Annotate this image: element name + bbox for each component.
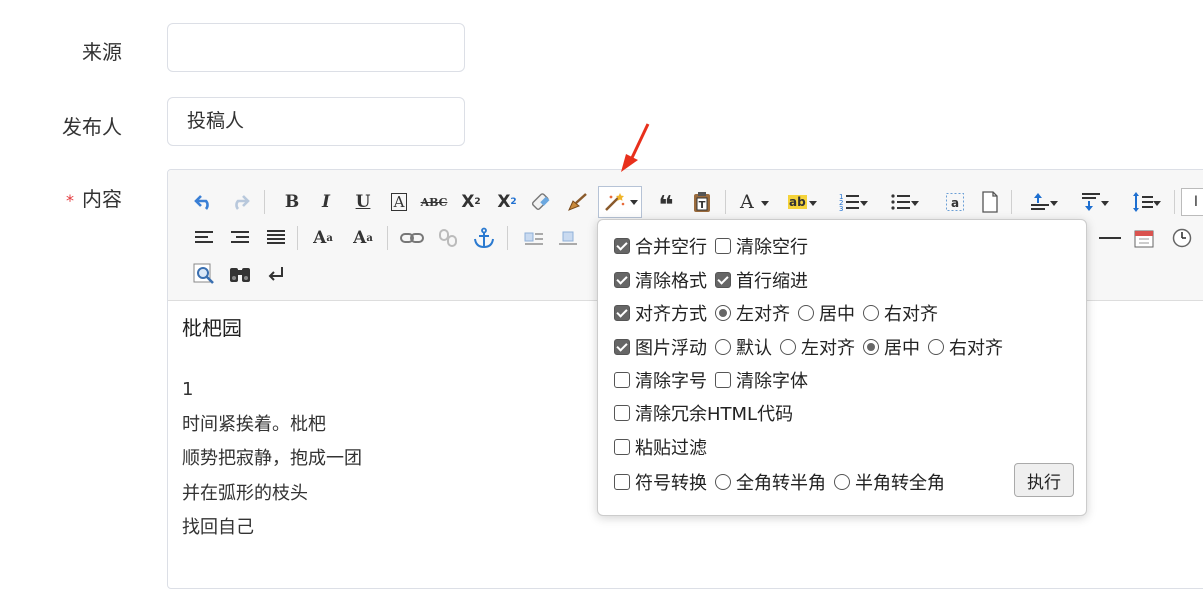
source-input[interactable]: [167, 23, 465, 72]
full-to-half-radio[interactable]: [715, 474, 731, 490]
content-label-text: 内容: [82, 187, 122, 211]
link-icon[interactable]: [398, 224, 426, 252]
full-to-half-label: 全角转半角: [736, 473, 826, 494]
img-left-label: 左对齐: [801, 338, 855, 359]
required-asterisk: *: [66, 191, 74, 210]
image-float-label: 图片浮动: [635, 338, 707, 359]
img-right-label: 右对齐: [949, 338, 1003, 359]
publisher-label: 发布人: [62, 115, 122, 139]
merge-empty-label: 合并空行: [635, 237, 707, 258]
img-default-label: 默认: [736, 338, 772, 359]
preview-icon[interactable]: [190, 260, 218, 288]
img-left-radio[interactable]: [780, 339, 796, 355]
indent-checkbox[interactable]: [715, 272, 731, 288]
image-left-icon[interactable]: [520, 224, 548, 252]
img-default-radio[interactable]: [715, 339, 731, 355]
img-center-radio[interactable]: [863, 339, 879, 355]
highlight-icon[interactable]: ab: [784, 188, 820, 216]
blockquote-icon[interactable]: ❝: [652, 188, 680, 220]
svg-text:T: T: [699, 200, 706, 211]
clear-format-label: 清除格式: [635, 271, 707, 292]
eraser-icon[interactable]: [527, 188, 555, 216]
row-spacing-bottom-icon[interactable]: [1076, 188, 1112, 216]
line-break-icon[interactable]: [262, 260, 290, 288]
clear-fontsize-label: 清除字号: [635, 371, 707, 392]
row-spacing-top-icon[interactable]: [1025, 188, 1061, 216]
clear-empty-checkbox[interactable]: [715, 238, 731, 254]
strikethrough-icon[interactable]: ABC: [420, 188, 448, 216]
subscript-icon[interactable]: X2: [493, 188, 521, 216]
paste-text-icon[interactable]: T: [688, 188, 716, 216]
justify-right-icon[interactable]: [226, 224, 254, 252]
select-all-icon[interactable]: a: [941, 188, 969, 216]
half-to-full-radio[interactable]: [834, 474, 850, 490]
content-label: * 内容: [0, 183, 122, 212]
align-right-label: 右对齐: [884, 304, 938, 325]
underline-icon[interactable]: U: [349, 188, 377, 216]
justify-left-icon[interactable]: [190, 224, 218, 252]
bold-icon[interactable]: B: [278, 188, 306, 216]
symbol-convert-label: 符号转换: [635, 473, 707, 494]
image-center-icon[interactable]: [554, 224, 582, 252]
undo-icon[interactable]: [190, 188, 218, 216]
justify-full-icon[interactable]: [262, 224, 290, 252]
ltr-icon[interactable]: Aa: [309, 224, 337, 252]
time-icon[interactable]: [1168, 224, 1196, 252]
image-float-checkbox[interactable]: [614, 339, 630, 355]
execute-button[interactable]: 执行: [1014, 463, 1074, 497]
rtl-icon[interactable]: Aa: [349, 224, 377, 252]
paste-filter-label: 粘贴过滤: [635, 438, 707, 459]
img-center-label: 居中: [884, 338, 920, 359]
date-icon[interactable]: [1130, 224, 1158, 252]
align-center-radio[interactable]: [798, 305, 814, 321]
merge-empty-checkbox[interactable]: [614, 238, 630, 254]
half-to-full-label: 半角转全角: [855, 473, 945, 494]
publisher-input[interactable]: [167, 97, 465, 146]
brush-icon[interactable]: [564, 188, 592, 216]
clear-fontfamily-label: 清除字体: [736, 371, 808, 392]
content-line: 找回自己: [182, 517, 254, 538]
line-height-icon[interactable]: [1128, 188, 1164, 216]
italic-icon[interactable]: I: [312, 188, 340, 216]
unlink-icon[interactable]: [434, 224, 462, 252]
search-replace-icon[interactable]: [226, 260, 254, 288]
clear-fontfamily-checkbox[interactable]: [715, 372, 731, 388]
font-family-select[interactable]: I: [1181, 188, 1203, 216]
autotypeset-icon[interactable]: [598, 186, 642, 218]
img-right-radio[interactable]: [928, 339, 944, 355]
clear-empty-label: 清除空行: [736, 237, 808, 258]
symbol-convert-checkbox[interactable]: [614, 474, 630, 490]
horizontal-rule-icon[interactable]: [1096, 224, 1124, 252]
svg-text:a: a: [951, 196, 959, 210]
font-border-icon[interactable]: A: [385, 188, 413, 216]
source-label: 来源: [82, 40, 122, 64]
cleardoc-icon[interactable]: [976, 188, 1004, 216]
clear-redundant-label: 清除冗余HTML代码: [635, 404, 794, 425]
indent-label: 首行缩进: [736, 271, 808, 292]
unordered-list-icon[interactable]: [886, 188, 922, 216]
align-left-label: 左对齐: [736, 304, 790, 325]
align-checkbox[interactable]: [614, 305, 630, 321]
red-arrow-icon: [621, 123, 650, 172]
redo-icon[interactable]: [226, 188, 254, 216]
autotypeset-popup: 合并空行 清除空行 清除格式 首行缩进 对齐方式 左对齐 居中 右对齐 图片浮动…: [597, 219, 1087, 516]
font-color-icon[interactable]: A: [736, 188, 772, 216]
superscript-icon[interactable]: X2: [457, 188, 485, 216]
paste-filter-checkbox[interactable]: [614, 439, 630, 455]
align-label: 对齐方式: [635, 304, 707, 325]
clear-format-checkbox[interactable]: [614, 272, 630, 288]
align-right-radio[interactable]: [863, 305, 879, 321]
svg-text:3: 3: [839, 205, 843, 212]
clear-fontsize-checkbox[interactable]: [614, 372, 630, 388]
align-left-radio[interactable]: [715, 305, 731, 321]
anchor-icon[interactable]: [470, 224, 498, 252]
align-center-label: 居中: [819, 304, 855, 325]
clear-redundant-checkbox[interactable]: [614, 405, 630, 421]
ordered-list-icon[interactable]: 123: [835, 188, 871, 216]
